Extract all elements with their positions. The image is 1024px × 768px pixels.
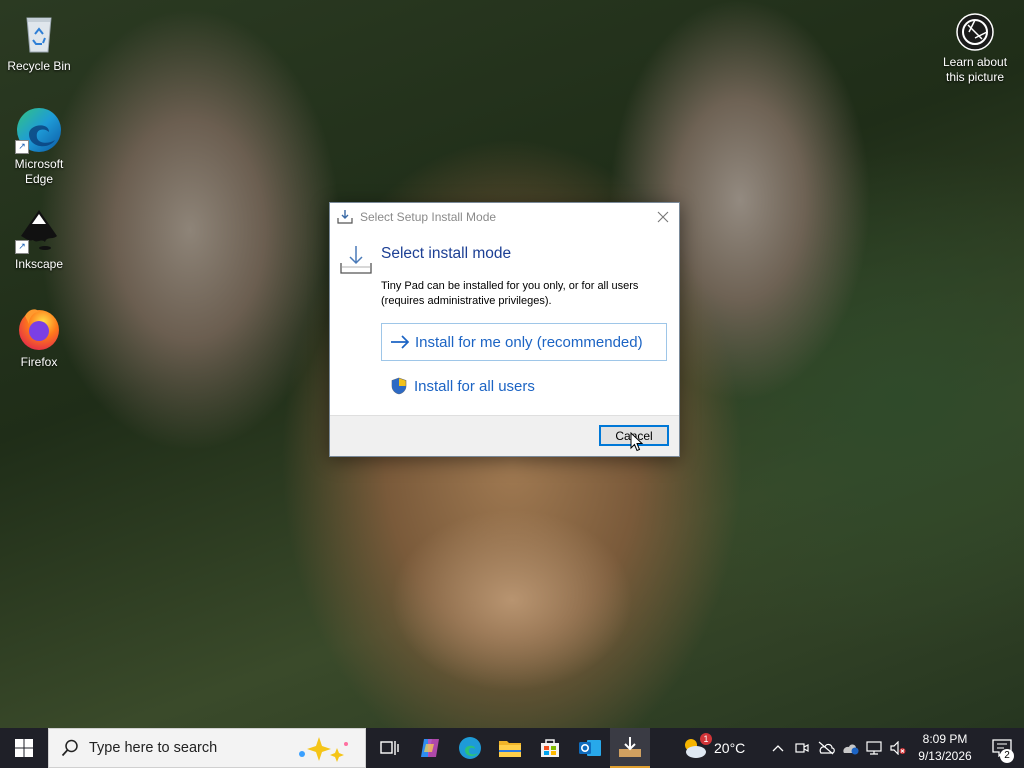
store-icon — [541, 739, 559, 757]
chevron-up-icon — [772, 745, 784, 752]
volume-muted-icon — [890, 741, 906, 755]
desktop-icon-label: Firefox — [20, 355, 58, 369]
search-icon — [61, 739, 78, 757]
clock[interactable]: 8:09 PM 9/13/2026 — [910, 731, 980, 765]
recycle-bin-icon — [15, 8, 63, 56]
weather-badge: 1 — [700, 733, 712, 745]
desktop-icon-edge[interactable]: ↗ Microsoft Edge — [1, 106, 77, 187]
desktop-icon-recycle-bin[interactable]: Recycle Bin — [1, 8, 77, 74]
notification-count-badge: 2 — [1000, 749, 1014, 763]
taskbar-search-box[interactable]: Type here to search — [48, 728, 366, 768]
dialog-description: Tiny Pad can be installed for you only, … — [381, 280, 639, 307]
firefox-icon — [15, 304, 63, 352]
onedrive-icon — [843, 744, 859, 755]
desktop-icon-label: Inkscape — [14, 257, 64, 271]
close-icon — [657, 211, 669, 223]
store-button[interactable] — [530, 728, 570, 768]
install-for-all-label: Install for all users — [414, 377, 535, 395]
download-tray-icon — [340, 245, 372, 280]
setup-icon — [337, 210, 353, 224]
install-for-me-label: Install for me only (recommended) — [415, 333, 643, 351]
camera-tray-icon — [795, 743, 809, 753]
desktop-icon-label: Microsoft Edge — [14, 157, 64, 186]
cloud-off-icon — [818, 741, 835, 755]
partly-cloudy-icon: 1 — [680, 733, 712, 760]
mouse-cursor-icon — [630, 431, 644, 457]
taskbar: Type here to search 1 20°C 8:09 PM 9/13/… — [0, 728, 1024, 768]
learn-about-picture[interactable]: Learn about this picture — [936, 12, 1014, 85]
windows-logo-icon — [15, 739, 33, 757]
shortcut-arrow-icon: ↗ — [15, 240, 29, 254]
install-for-all-option[interactable]: Install for all users — [381, 367, 667, 405]
onedrive-button[interactable] — [838, 728, 862, 768]
desktop-icon-label: Recycle Bin — [7, 59, 71, 73]
onedrive-offline-button[interactable] — [814, 728, 838, 768]
file-explorer-icon — [499, 741, 521, 757]
shield-icon — [387, 377, 411, 395]
volume-button[interactable] — [886, 728, 910, 768]
taskbar-edge-button[interactable] — [450, 728, 490, 768]
clock-date: 9/13/2026 — [918, 749, 972, 763]
outlook-icon — [579, 740, 601, 756]
system-tray: 8:09 PM 9/13/2026 2 — [766, 728, 1024, 768]
learn-about-picture-label: Learn about this picture — [942, 55, 1008, 84]
install-for-me-option[interactable]: Install for me only (recommended) — [381, 323, 667, 361]
dialog-titlebar[interactable]: Select Setup Install Mode — [330, 203, 679, 231]
desktop-icon-inkscape[interactable]: ↗ Inkscape — [1, 206, 77, 272]
file-explorer-button[interactable] — [490, 728, 530, 768]
desktop-icon-firefox[interactable]: Firefox — [1, 304, 77, 370]
weather-widget[interactable]: 1 20°C — [680, 728, 745, 768]
meet-now-button[interactable] — [790, 728, 814, 768]
search-highlight-icon — [299, 737, 348, 762]
arrow-right-icon — [388, 335, 412, 349]
network-button[interactable] — [862, 728, 886, 768]
show-hidden-icons-button[interactable] — [766, 728, 790, 768]
notification-center-button[interactable]: 2 — [980, 728, 1024, 768]
copilot-icon — [421, 739, 439, 757]
clock-time: 8:09 PM — [922, 732, 968, 746]
task-view-icon — [380, 741, 399, 755]
task-view-button[interactable] — [370, 728, 410, 768]
camera-icon — [955, 12, 995, 52]
outlook-button[interactable] — [570, 728, 610, 768]
dialog-heading: Select install mode — [381, 245, 512, 262]
setup-icon — [619, 737, 641, 757]
dialog-footer: Cancel — [330, 415, 679, 456]
shortcut-arrow-icon: ↗ — [15, 140, 29, 154]
desktop-background: Recycle Bin ↗ Microsoft Edge ↗ Inkscape … — [0, 0, 1024, 728]
close-button[interactable] — [651, 205, 675, 229]
edge-icon — [459, 737, 481, 759]
dialog-title: Select Setup Install Mode — [360, 210, 497, 224]
inkscape-icon: ↗ — [15, 206, 63, 254]
search-placeholder: Type here to search — [89, 740, 218, 756]
network-icon — [866, 741, 882, 755]
start-button[interactable] — [0, 728, 48, 768]
edge-icon: ↗ — [15, 106, 63, 154]
install-mode-dialog: Select Setup Install Mode Select install… — [329, 202, 680, 457]
weather-temperature: 20°C — [714, 740, 746, 756]
copilot-button[interactable] — [410, 728, 450, 768]
setup-taskbar-button[interactable] — [610, 728, 650, 768]
